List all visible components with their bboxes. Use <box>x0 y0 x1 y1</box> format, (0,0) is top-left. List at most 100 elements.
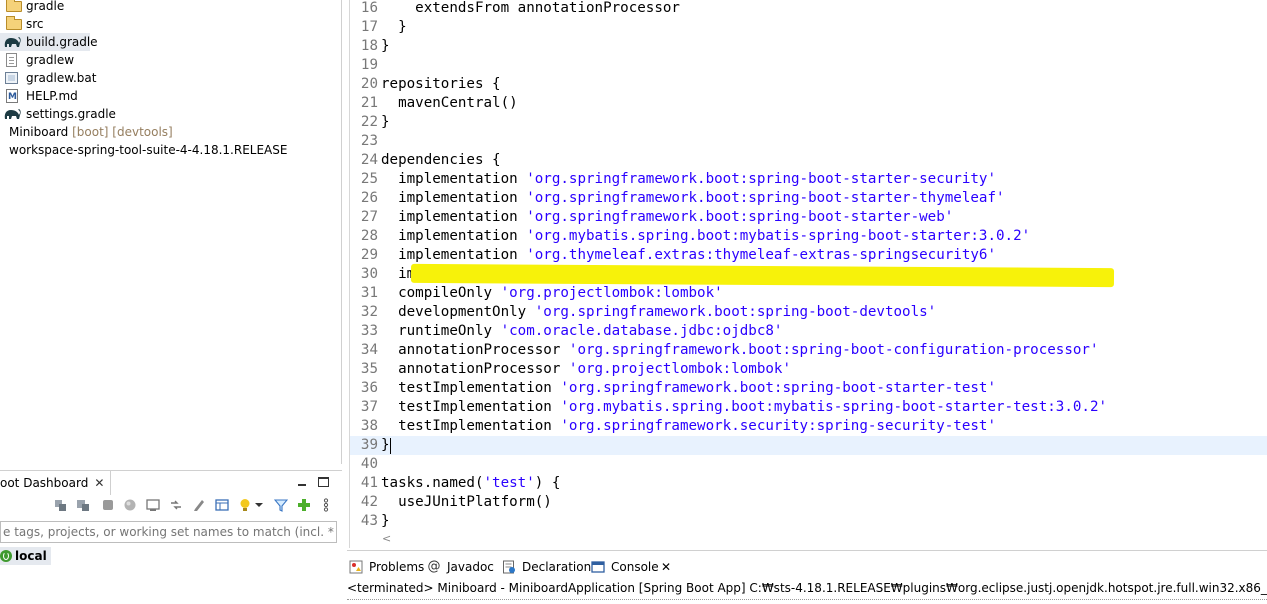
dashboard-filter-input[interactable] <box>3 522 336 542</box>
declaration-icon <box>503 560 515 574</box>
close-icon[interactable]: ✕ <box>661 557 671 577</box>
code-line[interactable]: 40 <box>350 455 1267 474</box>
stop-icon[interactable] <box>101 498 115 512</box>
editor-horizontal-scrollbar[interactable]: < <box>349 532 1267 546</box>
tab-label: Console <box>611 560 659 574</box>
maximize-icon[interactable] <box>318 477 329 487</box>
line-text: dependencies { <box>381 151 501 170</box>
code-line[interactable]: 36 testImplementation 'org.springframewo… <box>350 379 1267 398</box>
gradle-elephant-icon <box>3 35 21 49</box>
chevron-down-icon[interactable] <box>254 498 264 512</box>
code-text: } <box>381 19 407 35</box>
tree-item-label: src <box>26 17 44 31</box>
line-number: 22 <box>360 114 378 130</box>
link-icon[interactable] <box>169 498 183 512</box>
open-browser-icon[interactable] <box>123 498 137 512</box>
code-line[interactable]: 22} <box>350 113 1267 132</box>
code-text: extendsFrom annotationProcessor <box>381 0 680 16</box>
view-menu-icon[interactable] <box>322 498 330 512</box>
line-text: } <box>381 113 390 132</box>
restart-icon[interactable] <box>76 498 90 512</box>
code-line[interactable]: 41 tasks.named('test') { <box>350 474 1267 493</box>
line-number: 35 <box>360 361 378 377</box>
tree-item-src[interactable]: src <box>0 15 340 33</box>
javadoc-at-icon: @ <box>427 559 441 574</box>
tab-boot-dashboard[interactable]: oot Dashboard ✕ <box>0 471 112 495</box>
string-literal: 'org.springframework.security:spring-sec… <box>560 418 996 434</box>
line-number: 26 <box>360 190 378 206</box>
dashboard-filter-field[interactable] <box>0 521 337 543</box>
code-text: useJUnitPlatform() <box>381 494 552 510</box>
tree-item-project-miniboard[interactable]: Miniboard [boot] [devtools] <box>0 123 340 141</box>
tab-problems[interactable]: Problems <box>349 557 429 577</box>
edit-icon[interactable] <box>192 498 206 512</box>
code-text: testImplementation <box>381 399 561 415</box>
scroll-left-arrow-icon[interactable]: < <box>382 532 391 545</box>
tab-label: oot Dashboard <box>0 476 89 490</box>
code-line[interactable]: 28 implementation 'org.mybatis.spring.bo… <box>350 227 1267 246</box>
code-text: } <box>381 38 390 54</box>
tree-item-gradlew[interactable]: gradlew <box>0 51 340 69</box>
code-line[interactable]: 34 annotationProcessor 'org.springframew… <box>350 341 1267 360</box>
line-number: 31 <box>360 285 378 301</box>
lightbulb-icon[interactable] <box>238 498 252 512</box>
workspace-label: workspace-spring-tool-suite-4-4.18.1.REL… <box>9 143 288 157</box>
line-number: 41 <box>360 475 378 491</box>
string-literal: 'org.springframework.boot:spring-boot-st… <box>526 190 1005 206</box>
code-line[interactable]: 18} <box>350 37 1267 56</box>
code-line[interactable]: 27 implementation 'org.springframework.b… <box>350 208 1267 227</box>
string-literal: 'org.projectlombok:lombok' <box>568 361 792 377</box>
tree-item-help-md[interactable]: HELP.md <box>0 87 340 106</box>
code-text: tasks.named( <box>381 475 484 491</box>
line-text: testImplementation 'org.springframework.… <box>381 417 996 436</box>
bat-file-icon <box>5 72 18 84</box>
code-line[interactable]: 39} <box>350 436 1267 455</box>
line-text: } <box>381 512 390 531</box>
add-icon[interactable] <box>297 498 311 512</box>
dashboard-local-target[interactable]: local <box>0 547 51 565</box>
code-line[interactable]: 26 implementation 'org.springframework.b… <box>350 189 1267 208</box>
code-line[interactable]: 35 annotationProcessor 'org.projectlombo… <box>350 360 1267 379</box>
code-line[interactable]: 19 <box>350 56 1267 75</box>
line-text: implementation 'org.springframework.boot… <box>381 208 953 227</box>
code-text: annotationProcessor <box>381 361 569 377</box>
code-line[interactable]: 20 repositories { <box>350 75 1267 94</box>
code-text: repositories { <box>381 76 501 92</box>
minimize-icon[interactable] <box>295 475 309 489</box>
code-line[interactable]: 25 implementation 'org.springframework.b… <box>350 170 1267 189</box>
code-line[interactable]: 32 developmentOnly 'org.springframework.… <box>350 303 1267 322</box>
code-line[interactable]: 29 implementation 'org.thymeleaf.extras:… <box>350 246 1267 265</box>
tree-item-gradle[interactable]: gradle <box>0 0 340 15</box>
properties-icon[interactable] <box>215 498 229 512</box>
code-line[interactable]: 43} <box>350 512 1267 531</box>
filter-icon[interactable] <box>274 498 288 512</box>
tab-declaration[interactable]: Declaration <box>502 557 592 577</box>
code-line[interactable]: 16 extendsFrom annotationProcessor <box>350 0 1267 18</box>
start-stop-icon[interactable] <box>53 498 67 512</box>
code-line[interactable]: 23 <box>350 132 1267 151</box>
line-text: repositories { <box>381 75 501 94</box>
code-line[interactable]: 31 compileOnly 'org.projectlombok:lombok… <box>350 284 1267 303</box>
code-line[interactable]: 42 useJUnitPlatform() <box>350 493 1267 512</box>
code-line[interactable]: 37 testImplementation 'org.mybatis.sprin… <box>350 398 1267 417</box>
code-text: testImplementation <box>381 418 561 434</box>
code-text: } <box>381 437 390 453</box>
line-text: implementation 'org.mybatis.spring.boot:… <box>381 227 1030 246</box>
code-line[interactable]: 17 } <box>350 18 1267 37</box>
tree-item-workspace[interactable]: workspace-spring-tool-suite-4-4.18.1.REL… <box>0 141 340 159</box>
tab-label: Problems <box>369 560 425 574</box>
code-line[interactable]: 33 runtimeOnly 'com.oracle.database.jdbc… <box>350 322 1267 341</box>
tree-item-settings-gradle[interactable]: settings.gradle <box>0 105 340 123</box>
package-explorer: gradle src build.gradle gradlew gradlew.… <box>0 0 342 464</box>
tree-item-gradlew-bat[interactable]: gradlew.bat <box>0 69 340 87</box>
tab-javadoc[interactable]: @ Javadoc <box>427 557 497 577</box>
open-console-icon[interactable] <box>146 498 160 512</box>
code-line[interactable]: 38 testImplementation 'org.springframewo… <box>350 417 1267 436</box>
tree-item-build-gradle[interactable]: build.gradle <box>0 33 98 51</box>
tab-console[interactable]: Console ✕ <box>591 557 681 577</box>
line-number: 33 <box>360 323 378 339</box>
code-line[interactable]: 24 dependencies { <box>350 151 1267 170</box>
code-line[interactable]: 21 mavenCentral() <box>350 94 1267 113</box>
close-icon[interactable]: ✕ <box>94 471 104 495</box>
line-text: annotationProcessor 'org.springframework… <box>381 341 1098 360</box>
